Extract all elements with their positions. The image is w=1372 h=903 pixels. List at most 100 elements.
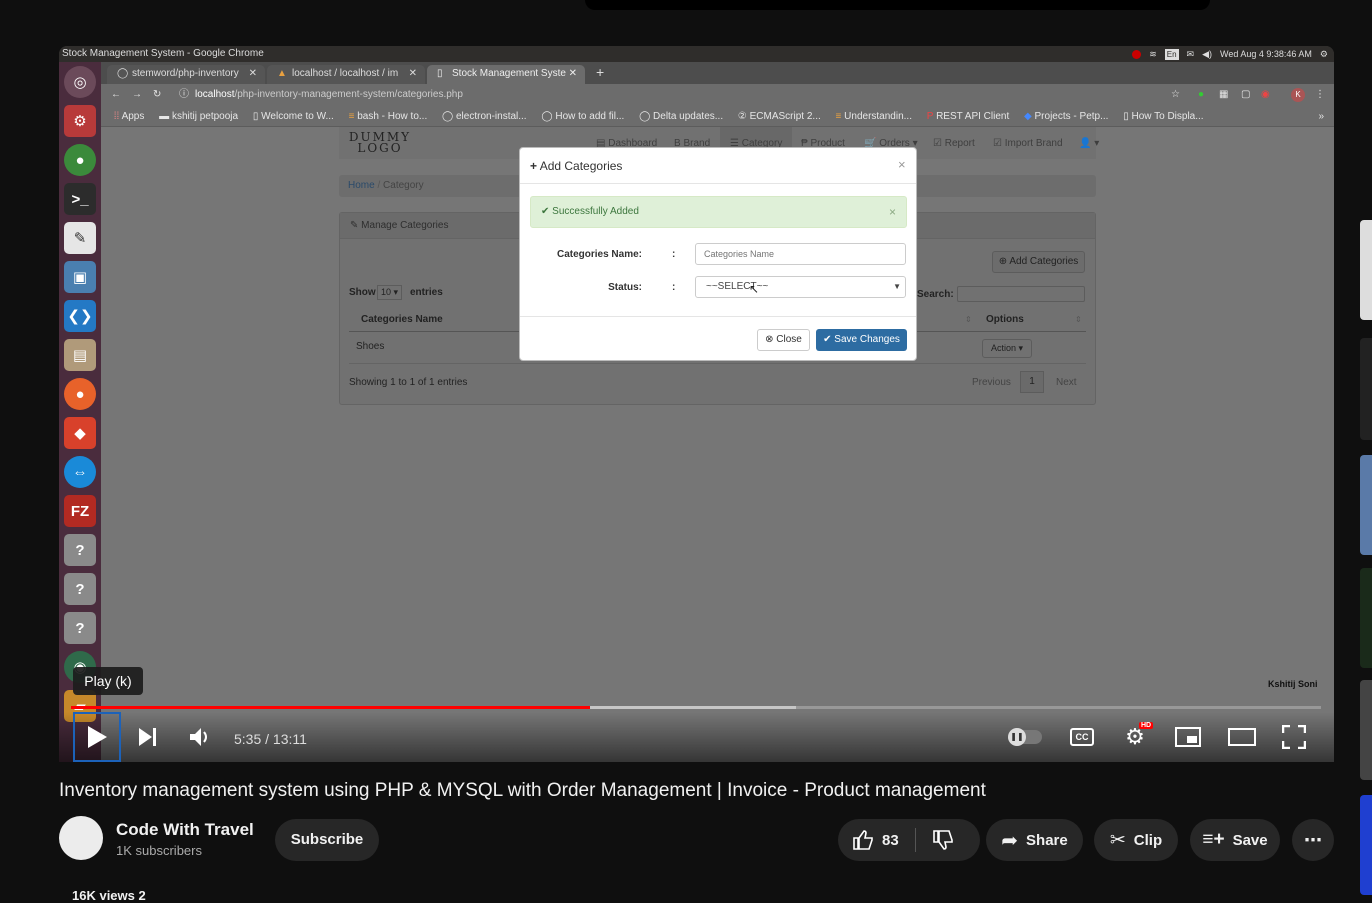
bookmark-item[interactable]: ◆ Projects - Petp... [1024, 106, 1108, 126]
status-select[interactable]: ~~SELECT~~ ▼ [695, 276, 906, 298]
bookmark-item[interactable]: ≡ Understandin... [836, 106, 912, 126]
bookmark-item[interactable]: ◯ Delta updates... [639, 106, 724, 126]
app-logo[interactable]: DUMMY LOGO [345, 131, 415, 154]
terminal-icon: >_ [64, 183, 96, 215]
close-icon[interactable]: ✕ [569, 68, 577, 79]
bookmarks-overflow[interactable]: » [1318, 106, 1324, 126]
bookmark-item[interactable]: ◯ electron-instal... [442, 106, 527, 126]
bookmark-label: Delta updates... [653, 111, 724, 122]
fullscreen-button[interactable] [1281, 724, 1307, 750]
bookmark-item[interactable]: ▯ Welcome to W... [253, 106, 334, 126]
close-icon[interactable]: ✕ [249, 68, 257, 79]
related-video-thumbnail[interactable] [1360, 680, 1372, 780]
browser-tab[interactable]: ◯ stemword/php-inventory ✕ [107, 65, 265, 84]
reload-icon[interactable]: ↻ [153, 84, 161, 106]
channel-avatar[interactable] [59, 816, 103, 860]
bookmark-item[interactable]: ▬ kshitij petpooja [159, 106, 238, 126]
categories-name-input[interactable] [695, 243, 906, 265]
bookmark-item[interactable]: P REST API Client [926, 106, 1009, 126]
col-options[interactable]: Options [986, 314, 1024, 325]
bookmark-item[interactable]: ▯ How To Displa... [1123, 106, 1203, 126]
sort-icon[interactable]: ⇕ [965, 315, 972, 324]
url-field[interactable]: localhost/php-inventory-management-syste… [195, 84, 463, 106]
user-menu[interactable]: 👤 ▾ [1079, 138, 1099, 149]
new-tab-plus-icon[interactable]: + [596, 64, 604, 80]
related-video-thumbnail[interactable] [1360, 338, 1372, 440]
video-frame[interactable]: Stock Management System - Google Chrome … [59, 46, 1334, 762]
alert-close-icon[interactable]: × [889, 197, 896, 227]
autoplay-toggle[interactable]: ❚❚ [1007, 727, 1043, 747]
bookmark-label: Understandin... [844, 111, 912, 122]
bookmark-item[interactable]: ≡ bash - How to... [349, 106, 428, 126]
miniplayer-button[interactable] [1174, 725, 1202, 749]
extension-icon[interactable]: ◉ [1261, 84, 1270, 106]
channel-name[interactable]: Code With Travel [116, 820, 254, 840]
more-actions-button[interactable]: ⋯ [1292, 819, 1334, 861]
save-to-playlist-button[interactable]: ≡+ Save [1190, 819, 1280, 861]
table-row-divider [349, 363, 1086, 364]
browser-tab[interactable]: ▲ localhost / localhost / im ✕ [267, 65, 425, 84]
menu-dots-icon[interactable]: ⋮ [1315, 84, 1325, 106]
next-button[interactable] [134, 725, 162, 749]
breadcrumb-home-link[interactable]: Home [348, 180, 375, 191]
page-icon: ▯ [1123, 111, 1129, 122]
clip-button[interactable]: ✂ Clip [1094, 819, 1178, 861]
nav-report[interactable]: ☑ Report [933, 138, 975, 149]
related-video-thumbnail[interactable] [1360, 568, 1372, 668]
pagination-page[interactable]: 1 [1020, 371, 1044, 393]
bookmark-star-icon[interactable]: ☆ [1171, 84, 1180, 106]
captions-button[interactable]: CC [1069, 725, 1095, 749]
extension-icon[interactable]: ▦ [1219, 84, 1228, 106]
rest-client-icon: P [926, 111, 934, 122]
label-colon: : [672, 282, 676, 293]
bookmark-item[interactable]: ◯ How to add fil... [541, 106, 624, 126]
close-icon[interactable]: ✕ [409, 68, 417, 79]
modal-close-icon[interactable]: × [898, 157, 906, 172]
bookmark-item[interactable]: ⁞⁞ Apps [114, 106, 145, 126]
save-changes-button[interactable]: ✔ Save Changes [816, 329, 907, 351]
url-host: localhost [195, 89, 235, 100]
pagination-next[interactable]: Next [1056, 377, 1077, 388]
add-categories-button[interactable]: ⊕ Add Categories [992, 251, 1085, 273]
video-player[interactable]: Stock Management System - Google Chrome … [59, 46, 1334, 762]
nav-label: Import Brand [1004, 138, 1063, 149]
browser-tab-active[interactable]: ▯ Stock Management Syste ✕ [427, 65, 585, 84]
forward-arrow-icon[interactable]: → [132, 84, 142, 106]
dislike-button[interactable] [932, 829, 954, 851]
related-video-thumbnail[interactable] [1360, 455, 1372, 555]
divider [914, 828, 916, 852]
extension-icon[interactable]: ● [1198, 84, 1204, 106]
share-arrow-icon: ➦ [1001, 829, 1019, 852]
check-square-icon: ☑ [933, 138, 942, 149]
subscribe-button[interactable]: Subscribe [275, 819, 379, 861]
close-button[interactable]: ⊗ Close [757, 329, 810, 351]
related-video-thumbnail[interactable] [1360, 795, 1372, 895]
entries-value: 10 [381, 287, 392, 297]
bookmark-item[interactable]: ② ECMAScript 2... [738, 106, 821, 126]
profile-avatar[interactable]: K [1291, 88, 1305, 102]
vscode-icon: ❮❯ [64, 300, 96, 332]
check-square-icon: ☑ [993, 138, 1002, 149]
play-button[interactable] [73, 712, 121, 762]
edit-icon: ✎ [350, 220, 359, 231]
info-icon: ⓘ [179, 89, 189, 100]
sort-icon[interactable]: ⇕ [1075, 315, 1082, 324]
settings-button[interactable]: ⚙ HD [1122, 722, 1154, 750]
theater-mode-button[interactable] [1227, 725, 1257, 749]
related-video-thumbnail[interactable] [1360, 220, 1372, 320]
page-icon: ▯ [437, 68, 443, 79]
share-button[interactable]: ➦ Share [986, 819, 1083, 861]
like-button[interactable]: 83 [852, 829, 899, 851]
search-input[interactable] [957, 286, 1085, 302]
modal-header: + Add Categories [520, 148, 916, 184]
extension-icon[interactable]: ▢ [1241, 84, 1250, 106]
volume-button[interactable] [187, 725, 215, 749]
col-categories-name[interactable]: Categories Name [361, 314, 443, 325]
browser-window: ◯ stemword/php-inventory ✕ ▲ localhost /… [101, 62, 1334, 762]
pagination-previous[interactable]: Previous [972, 377, 1011, 388]
nav-import-brand[interactable]: ☑ Import Brand [993, 138, 1063, 149]
back-arrow-icon[interactable]: ← [111, 84, 121, 106]
action-dropdown[interactable]: Action ▾ [982, 339, 1033, 358]
share-label: Share [1026, 831, 1068, 849]
entries-select[interactable]: 10 ▾ [377, 285, 403, 300]
